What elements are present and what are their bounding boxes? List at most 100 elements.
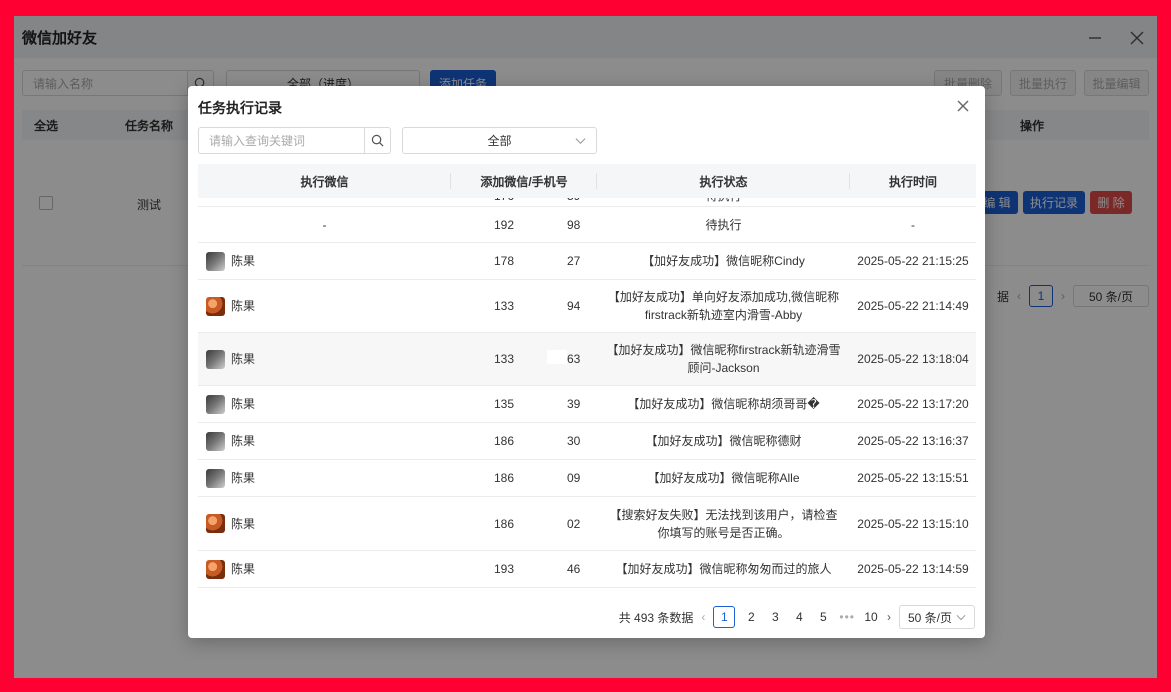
status-cell: 【加好友成功】微信昵称Cindy [642,254,805,268]
status-filter-select[interactable]: 全部 [402,127,597,154]
phone-mask [547,395,567,409]
record-row: 陈果 186 02 【搜索好友失败】无法找到该用户，请检查你填写的账号是否正确。 202… [198,497,976,551]
status-cell: 待执行 [705,217,742,232]
status-cell: 【加好友成功】微信昵称匆匆而过的旅人 [615,562,832,576]
phone-mask [547,514,567,529]
page-2[interactable]: 2 [743,610,759,624]
record-row: 陈果 193 46 【加好友成功】微信昵称匆匆而过的旅人 2025-05-22 13:1… [198,551,976,588]
chevron-down-icon [956,614,966,621]
phone-cell: 193 46 [451,560,597,578]
account-cell: 陈果 [198,559,451,579]
col-time-header: 执行时间 [888,174,937,189]
avatar [206,296,225,316]
phone-prefix: 186 [493,516,515,531]
account-cell: 陈果 [198,251,451,271]
record-search-field [198,127,391,154]
phone-suffix: 94 [567,299,581,313]
phone-suffix: 63 [567,352,581,366]
time-cell: 2025-05-22 21:14:49 [857,299,969,313]
phone-suffix: 39 [567,397,581,411]
phone-cell: 186 02 [451,514,597,533]
phone-mask [547,432,567,446]
more-pages-icon[interactable]: ••• [839,610,855,624]
status-filter-value: 全部 [487,134,512,148]
avatar [206,394,225,414]
account-cell: 陈果 [198,468,451,488]
phone-cell: 133 63 [451,350,597,368]
account-name: 陈果 [231,516,256,531]
record-row: 陈果 133 94 【加好友成功】单向好友添加成功,微信昵称firstrack新轨迹室… [198,280,976,333]
account-name: 陈果 [231,254,256,268]
account-cell: 陈果 [198,514,451,533]
page-last[interactable]: 10 [863,610,879,624]
avatar [206,559,225,579]
time-cell: 2025-05-22 13:15:51 [857,471,969,485]
time-cell: 2025-05-22 13:14:59 [857,562,969,576]
time-cell: 2025-05-22 21:15:25 [857,254,969,268]
phone-mask [547,252,567,266]
status-cell: 【加好友成功】微信昵称firstrack新轨迹滑雪顾问-Jackson [606,343,841,375]
record-row: 陈果 186 09 【加好友成功】微信昵称Alle 2025-05-22 13:15:5… [198,460,976,497]
phone-prefix: 135 [493,397,515,411]
avatar [206,251,225,271]
avatar [206,349,225,369]
execution-records-modal: 任务执行记录 全部 执行微信 添加微信/手机号 执行状态 执行时间 -17659… [188,86,985,638]
phone-prefix: 186 [493,471,515,485]
record-row: 陈果 178 27 【加好友成功】微信昵称Cindy 2025-05-22 21:15:… [198,243,976,280]
phone-cell: 135 39 [451,395,597,413]
record-search-input[interactable] [199,128,364,153]
record-row: 陈果 186 30 【加好友成功】微信昵称德财 2025-05-22 13:16:37 [198,423,976,460]
close-icon[interactable] [953,96,973,116]
page-4[interactable]: 4 [791,610,807,624]
phone-suffix: 02 [567,516,581,531]
phone-prefix: 133 [493,299,515,313]
account-name: 陈果 [231,397,256,411]
col-status-header: 执行状态 [597,164,850,198]
time-cell: 2025-05-22 13:18:04 [857,352,969,366]
account-name: - [322,217,327,232]
page-5[interactable]: 5 [815,610,831,624]
phone-cell: 192 98 [451,215,597,234]
phone-suffix: 98 [567,217,581,232]
status-cell: 【搜索好友失败】无法找到该用户，请检查你填写的账号是否正确。 [609,507,838,540]
time-cell: 2025-05-22 13:15:10 [857,516,969,531]
phone-prefix: 186 [493,434,515,448]
account-cell: 陈果 [198,394,451,414]
account-cell: 陈果 [198,431,451,451]
phone-mask [547,469,567,483]
page-size-select[interactable]: 50 条/页 [899,605,975,629]
records-table-header: 执行微信 添加微信/手机号 执行状态 执行时间 [198,164,976,198]
phone-cell: 186 09 [451,469,597,487]
phone-cell: 133 94 [451,297,597,315]
avatar [206,468,225,488]
avatar [206,431,225,451]
page-1[interactable]: 1 [713,606,736,628]
time-cell: 2025-05-22 13:17:20 [857,397,969,411]
phone-prefix: 193 [493,562,515,576]
account-cell: - [198,216,451,234]
page-3[interactable]: 3 [767,610,783,624]
record-row: 陈果 135 39 【加好友成功】微信昵称胡须哥哥� 2025-05-22 13:17:… [198,386,976,423]
phone-prefix: 133 [493,352,515,366]
phone-suffix: 46 [567,562,581,576]
record-row: - 192 98 待执行 - [198,207,976,243]
phone-mask [547,350,567,364]
records-table: 执行微信 添加微信/手机号 执行状态 执行时间 -17659待执行--19298… [198,164,976,596]
phone-suffix: 27 [567,254,581,268]
phone-suffix: 30 [567,434,581,448]
search-icon[interactable] [364,128,390,153]
col-phone-header: 添加微信/手机号 [451,164,597,198]
time-cell: - [911,217,915,232]
phone-mask [547,215,567,230]
prev-page-icon[interactable]: ‹ [701,610,705,624]
next-page-icon[interactable]: › [887,610,891,624]
records-total: 共 493 条数据 [618,610,694,625]
modal-title: 任务执行记录 [198,100,282,116]
account-name: 陈果 [231,471,256,485]
status-cell: 【加好友成功】微信昵称德财 [645,434,802,448]
avatar [206,514,225,533]
status-cell: 【加好友成功】单向好友添加成功,微信昵称firstrack新轨迹室内滑雪-Abb… [607,290,840,322]
time-cell: 2025-05-22 13:16:37 [857,434,969,448]
phone-cell: 178 27 [451,252,597,270]
phone-prefix: 178 [493,254,515,268]
